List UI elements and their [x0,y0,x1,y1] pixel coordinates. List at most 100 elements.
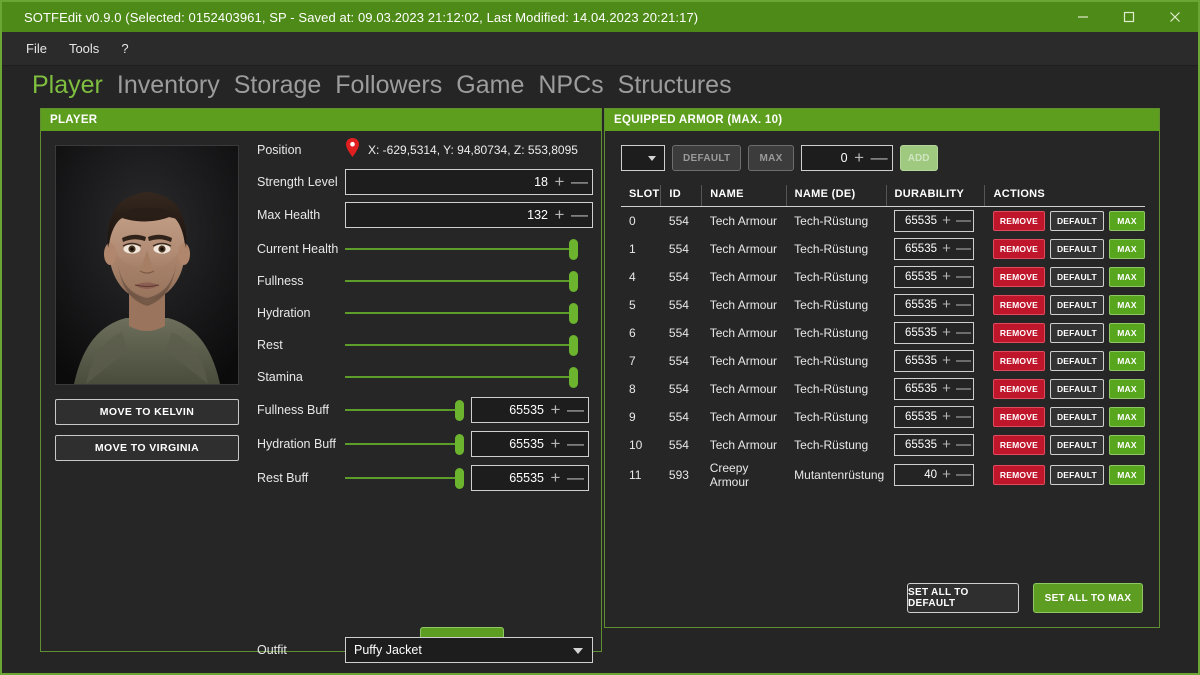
close-button[interactable] [1152,2,1198,32]
default-button[interactable]: DEFAULT [1050,351,1104,371]
maximize-button[interactable] [1106,2,1152,32]
durability-decrement-icon[interactable]: — [956,299,969,310]
max-button[interactable]: MAX [1109,465,1145,485]
table-row[interactable]: 5554Tech ArmourTech-Rüstung65535+—REMOVE… [621,291,1145,319]
default-button[interactable]: DEFAULT [1050,267,1104,287]
max-button[interactable]: MAX [1109,323,1145,343]
remove-button[interactable]: REMOVE [993,295,1045,315]
hydration-buff-input[interactable]: 65535 + — [471,431,589,457]
fullness-buff-input[interactable]: 65535 + — [471,397,589,423]
table-row[interactable]: 11593Creepy ArmourMutantenrüstung40+—REM… [621,459,1145,491]
fullness-buff-slider[interactable] [345,397,465,423]
table-row[interactable]: 0554Tech ArmourTech-Rüstung65535+—REMOVE… [621,207,1145,235]
column-header-name-de[interactable]: NAME (DE) [786,185,886,207]
set-all-to-default-button[interactable]: SET ALL TO DEFAULT [907,583,1019,613]
durability-increment-icon[interactable]: + [940,411,953,422]
remove-button[interactable]: REMOVE [993,435,1045,455]
durability-input[interactable]: 65535+— [894,322,974,344]
default-button[interactable]: DEFAULT [1050,295,1104,315]
tab-structures[interactable]: Structures [618,71,732,100]
durability-increment-icon[interactable]: + [940,469,953,480]
tab-storage[interactable]: Storage [234,71,322,100]
max-button[interactable]: MAX [1109,435,1145,455]
tab-inventory[interactable]: Inventory [117,71,220,100]
menu-item-help[interactable]: ? [121,41,128,56]
durability-increment-icon[interactable]: + [940,243,953,254]
column-header-name[interactable]: NAME [702,185,786,207]
durability-decrement-icon[interactable]: — [956,243,969,254]
move-to-kelvin-button[interactable]: MOVE TO KELVIN [55,399,239,425]
toolbar-max-button[interactable]: MAX [748,145,793,171]
minimize-button[interactable] [1060,2,1106,32]
durability-increment-icon[interactable]: + [940,439,953,450]
menu-item-tools[interactable]: Tools [69,41,99,56]
durability-decrement-icon[interactable]: — [956,439,969,450]
add-armor-button[interactable]: ADD [900,145,938,171]
remove-button[interactable]: REMOVE [993,323,1045,343]
strength-decrement-icon[interactable]: — [571,176,586,188]
remove-button[interactable]: REMOVE [993,379,1045,399]
toolbar-default-button[interactable]: DEFAULT [672,145,741,171]
max-button[interactable]: MAX [1109,379,1145,399]
quantity-increment-icon[interactable]: + [852,152,867,164]
rest-slider[interactable] [345,332,593,358]
max-button[interactable]: MAX [1109,211,1145,231]
max-health-decrement-icon[interactable]: — [571,209,586,221]
remove-button[interactable]: REMOVE [993,407,1045,427]
outfit-select[interactable]: Puffy Jacket [345,637,593,663]
durability-input[interactable]: 65535+— [894,238,974,260]
column-header-id[interactable]: ID [661,185,702,207]
remove-button[interactable]: REMOVE [993,267,1045,287]
rest-buff-decrement-icon[interactable]: — [567,472,582,484]
hydration-buff-increment-icon[interactable]: + [548,438,563,450]
durability-decrement-icon[interactable]: — [956,215,969,226]
table-row[interactable]: 4554Tech ArmourTech-Rüstung65535+—REMOVE… [621,263,1145,291]
strength-increment-icon[interactable]: + [552,176,567,188]
tab-player[interactable]: Player [32,71,103,100]
durability-input[interactable]: 65535+— [894,266,974,288]
rest-buff-input[interactable]: 65535 + — [471,465,589,491]
table-row[interactable]: 9554Tech ArmourTech-Rüstung65535+—REMOVE… [621,403,1145,431]
durability-input[interactable]: 40+— [894,464,974,486]
hydration-buff-decrement-icon[interactable]: — [567,438,582,450]
durability-decrement-icon[interactable]: — [956,383,969,394]
fullness-slider[interactable] [345,268,593,294]
table-row[interactable]: 10554Tech ArmourTech-Rüstung65535+—REMOV… [621,431,1145,459]
max-button[interactable]: MAX [1109,267,1145,287]
durability-input[interactable]: 65535+— [894,210,974,232]
default-button[interactable]: DEFAULT [1050,465,1104,485]
rest-buff-slider[interactable] [345,465,465,491]
hydration-slider[interactable] [345,300,593,326]
default-button[interactable]: DEFAULT [1050,323,1104,343]
armor-type-select[interactable] [621,145,665,171]
table-row[interactable]: 8554Tech ArmourTech-Rüstung65535+—REMOVE… [621,375,1145,403]
strength-level-input[interactable]: 18 + — [345,169,593,195]
durability-decrement-icon[interactable]: — [956,355,969,366]
remove-button[interactable]: REMOVE [993,239,1045,259]
hydration-buff-slider[interactable] [345,431,465,457]
durability-increment-icon[interactable]: + [940,271,953,282]
max-button[interactable]: MAX [1109,351,1145,371]
max-button[interactable]: MAX [1109,407,1145,427]
durability-input[interactable]: 65535+— [894,294,974,316]
max-health-increment-icon[interactable]: + [552,209,567,221]
quantity-decrement-icon[interactable]: — [871,152,886,164]
durability-decrement-icon[interactable]: — [956,411,969,422]
fullness-buff-decrement-icon[interactable]: — [567,404,582,416]
default-button[interactable]: DEFAULT [1050,379,1104,399]
current-health-slider[interactable] [345,236,593,262]
durability-increment-icon[interactable]: + [940,327,953,338]
move-to-virginia-button[interactable]: MOVE TO VIRGINIA [55,435,239,461]
tab-game[interactable]: Game [456,71,524,100]
menu-item-file[interactable]: File [26,41,47,56]
durability-input[interactable]: 65535+— [894,434,974,456]
durability-input[interactable]: 65535+— [894,350,974,372]
durability-input[interactable]: 65535+— [894,378,974,400]
durability-increment-icon[interactable]: + [940,215,953,226]
durability-increment-icon[interactable]: + [940,355,953,366]
tab-npcs[interactable]: NPCs [538,71,603,100]
default-button[interactable]: DEFAULT [1050,211,1104,231]
default-button[interactable]: DEFAULT [1050,407,1104,427]
table-row[interactable]: 6554Tech ArmourTech-Rüstung65535+—REMOVE… [621,319,1145,347]
fullness-buff-increment-icon[interactable]: + [548,404,563,416]
